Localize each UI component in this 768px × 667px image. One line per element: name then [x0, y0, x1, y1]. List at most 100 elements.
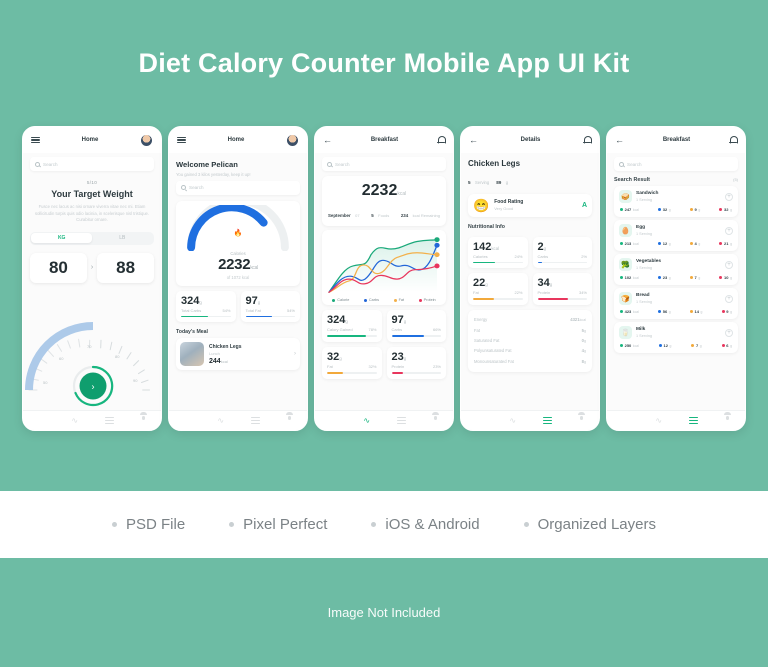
plus-icon[interactable]: + — [725, 328, 733, 337]
screen1-search-input[interactable]: Search — [30, 157, 154, 171]
stat-unit: g — [403, 355, 407, 361]
grid-icon[interactable] — [328, 416, 337, 425]
screen5-search-input[interactable]: Search — [614, 157, 738, 171]
plus-icon[interactable]: + — [725, 226, 733, 235]
stat-progress — [327, 371, 377, 374]
food-list-item[interactable]: 🥪 Sandwich 1 Serving + 247 kcal 32 g 9g 32… — [614, 186, 738, 217]
nutrient-name: Protein — [537, 290, 551, 296]
point-protein — [434, 263, 440, 269]
food-list-item[interactable]: 🥚 Egg 1 Serving + 213 kcal 12 g 4g 21 g — [614, 220, 738, 251]
list-icon[interactable] — [542, 416, 552, 425]
screen1-tabbar[interactable]: ∿ — [23, 410, 161, 430]
unit-toggle[interactable]: KG LB — [30, 231, 154, 245]
person-icon[interactable] — [139, 411, 148, 425]
feature-label: Pixel Perfect — [243, 516, 328, 533]
grid-icon[interactable] — [620, 416, 629, 425]
person-icon[interactable] — [723, 411, 732, 425]
food-list-item[interactable]: 🥛 Milk 1 Serving + 250 kcal 12 g 7g 6g — [614, 322, 738, 353]
rating-value: Very Good — [494, 206, 514, 212]
screen3-title: Breakfast — [370, 137, 399, 143]
nutrient-name: Carbs — [537, 253, 549, 259]
plus-icon[interactable]: + — [725, 294, 733, 303]
list-icon[interactable] — [396, 416, 406, 425]
screen4-tabbar[interactable]: ∿ — [461, 410, 599, 430]
hamburger-icon[interactable] — [177, 136, 186, 144]
avatar[interactable] — [139, 133, 153, 147]
food-name: Milk — [636, 327, 646, 333]
breakfast-total-value: 2232 — [361, 182, 398, 199]
meal-list-item[interactable]: Chicken Legs Lunch 244kcal › — [176, 338, 300, 371]
bell-icon[interactable] — [728, 136, 739, 145]
nutrient-value: 22 — [473, 277, 486, 290]
chevron-right-icon: › — [90, 264, 94, 271]
screen2-tabbar[interactable]: ∿ — [169, 410, 307, 430]
macro-calories: 247 kcal — [620, 207, 639, 212]
plus-icon[interactable]: + — [725, 260, 733, 269]
gauge-tick-50: 50 — [43, 380, 48, 385]
back-arrow-icon[interactable]: ← — [615, 135, 624, 145]
list-icon[interactable] — [250, 416, 260, 425]
avatar[interactable] — [285, 133, 299, 147]
nutrient-row: Energy 4321kcal — [474, 315, 586, 325]
serving-label: Serving — [475, 179, 490, 185]
page-title: Diet Calory Counter Mobile App UI Kit — [138, 48, 630, 78]
pulse-icon[interactable]: ∿ — [654, 416, 663, 425]
nutrient-row-name: Energy — [474, 317, 488, 323]
nutrient-row: Polyunsaturated Fat 4g — [474, 346, 586, 356]
screen5-body: ← Breakfast Search Search Result (5) 🥪 S… — [607, 127, 745, 410]
meal-calories: 244kcal — [209, 358, 242, 365]
pulse-icon[interactable]: ∿ — [508, 416, 517, 425]
nutrient-row-value: 8g — [581, 358, 586, 364]
grinning-face-icon: 😁 — [473, 197, 490, 213]
stat-unit: g — [339, 355, 342, 361]
target-weight-value[interactable]: 88 — [97, 252, 154, 283]
feature-label: Organized Layers — [537, 516, 656, 533]
bell-icon[interactable] — [436, 136, 447, 145]
list-icon[interactable] — [688, 416, 698, 425]
food-macros: 250 kcal 12 g 7g 6g — [619, 343, 733, 348]
back-arrow-icon[interactable]: ← — [469, 135, 478, 145]
person-icon[interactable] — [285, 411, 294, 425]
unit-option-kg[interactable]: KG — [31, 232, 92, 244]
bread-icon: 🍞 — [619, 292, 632, 305]
unit-option-lb[interactable]: LB — [92, 233, 153, 243]
meal-info: Chicken Legs Lunch 244kcal — [209, 344, 242, 365]
screen2-search-input[interactable]: Search — [176, 180, 300, 195]
person-icon[interactable] — [431, 411, 440, 425]
plus-icon[interactable]: + — [725, 192, 733, 201]
stat-progress — [391, 335, 441, 337]
nutrient-unit: g — [549, 282, 553, 288]
screen3-appbar: ← Breakfast — [315, 127, 453, 153]
screen5-tabbar[interactable]: ∿ — [607, 410, 745, 430]
food-list-item[interactable]: 🥦 Vegetables 1 Serving + 102 kcal 23 g 7g … — [614, 254, 738, 285]
grid-icon[interactable] — [474, 416, 483, 425]
pulse-icon[interactable]: ∿ — [70, 416, 79, 425]
person-icon[interactable] — [577, 411, 586, 425]
nutrient-row: Saturated Fat 0g — [474, 336, 586, 346]
screen1-appbar: Home — [23, 127, 161, 153]
weight-gauge[interactable]: 50 60 70 80 90 › — [23, 285, 161, 411]
welcome-block: Welcome Pelican You gained 3 kilos yeste… — [176, 160, 300, 177]
stat-progress — [327, 335, 377, 337]
pulse-icon[interactable]: ∿ — [216, 416, 225, 425]
current-weight-value[interactable]: 80 — [30, 252, 87, 283]
stat-percent: 32% — [368, 363, 377, 369]
nutrient-row-value: 0g — [581, 338, 586, 344]
point-fat — [434, 252, 440, 258]
chevron-right-icon[interactable]: › — [294, 351, 296, 357]
back-arrow-icon[interactable]: ← — [323, 135, 332, 145]
hamburger-icon[interactable] — [31, 136, 40, 144]
food-serving: 1 Serving — [636, 333, 653, 338]
list-icon[interactable] — [104, 416, 114, 425]
grid-icon[interactable] — [182, 416, 191, 425]
food-macros: 102 kcal 23 g 7g 10 g — [619, 275, 733, 280]
screen3-search-input[interactable]: Search — [322, 157, 446, 171]
food-list-item[interactable]: 🍞 Bread 1 Serving + 423 kcal 56 g 14 g 9g — [614, 288, 738, 319]
rating-label: Food Rating — [494, 198, 524, 205]
pulse-icon[interactable]: ∿ — [362, 416, 371, 425]
grid-icon[interactable] — [36, 416, 45, 425]
nutrient-unit: g — [485, 282, 488, 288]
bell-icon[interactable] — [583, 136, 593, 145]
nutrient-fat: 22g Fat 22% — [468, 273, 528, 306]
screen3-tabbar[interactable]: ∿ — [315, 410, 453, 430]
